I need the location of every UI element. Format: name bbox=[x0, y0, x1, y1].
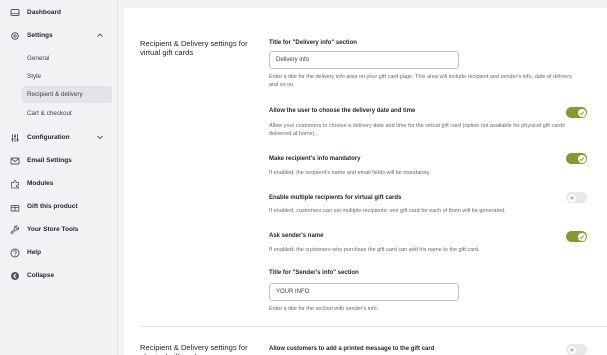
recipient-mandatory-label: Make recipient's info mandatory bbox=[269, 156, 361, 162]
multiple-recipients-description: If enabled, customers can set multiple r… bbox=[269, 208, 506, 214]
sidebar-item-collapse[interactable]: Collapse bbox=[4, 266, 112, 285]
sender-info-title-input[interactable]: YOUR INFO bbox=[269, 283, 459, 301]
monitor-icon bbox=[10, 8, 20, 18]
wrench-icon bbox=[10, 225, 20, 235]
printed-message-label: Allow customers to add a printed message… bbox=[269, 346, 435, 352]
puzzle-icon bbox=[10, 179, 20, 189]
multiple-recipients-toggle[interactable] bbox=[566, 192, 587, 203]
gear-icon bbox=[10, 31, 20, 41]
sidebar-item-label: Collapse bbox=[27, 272, 55, 279]
sidebar-item-label: Help bbox=[27, 249, 42, 256]
toggle-knob bbox=[577, 108, 586, 117]
sender-info-title-description: Enter a title for the section with sende… bbox=[269, 306, 379, 312]
sidebar-item-help[interactable]: Help bbox=[4, 243, 112, 262]
sliders-icon bbox=[10, 133, 20, 143]
toggle-knob bbox=[577, 154, 586, 163]
delivery-info-title-description: Enter a title for the delivery info area… bbox=[269, 74, 573, 88]
sender-info-title-label: Title for "Sender's info" section bbox=[269, 270, 359, 276]
sidebar-item-settings[interactable]: Settings bbox=[4, 26, 112, 45]
section-title-virtual: Recipient & Delivery settings for virtua… bbox=[140, 39, 248, 57]
sidebar-sub-label: Cart & checkout bbox=[27, 110, 72, 117]
sidebar-item-label: Gift this product bbox=[27, 203, 78, 210]
sidebar-item-label: Settings bbox=[27, 32, 53, 39]
sidebar-sub-label: Style bbox=[27, 73, 41, 80]
gift-icon bbox=[10, 202, 20, 212]
sidebar-sub-label: General bbox=[27, 55, 50, 62]
close-icon bbox=[569, 347, 574, 352]
sidebar-item-label: Configuration bbox=[27, 134, 70, 141]
delivery-info-title-input[interactable]: Delivery info bbox=[269, 51, 459, 69]
ask-sender-name-toggle[interactable] bbox=[566, 231, 587, 242]
close-icon bbox=[569, 195, 574, 200]
sidebar-sub-recipient-delivery[interactable]: Recipient & delivery bbox=[22, 86, 112, 103]
help-circle-icon bbox=[10, 248, 20, 258]
recipient-mandatory-description: If enabled, the recipient's name and ema… bbox=[269, 170, 431, 176]
sidebar-item-modules[interactable]: Modules bbox=[4, 174, 112, 193]
sidebar: Dashboard Settings General Style Recipie… bbox=[0, 0, 118, 355]
sidebar-item-label: Email Settings bbox=[27, 157, 72, 164]
printed-message-toggle[interactable] bbox=[566, 344, 587, 355]
multiple-recipients-label: Enable multiple recipients for virtual g… bbox=[269, 195, 402, 201]
toggle-knob bbox=[567, 193, 576, 202]
checkmark-icon bbox=[579, 110, 584, 115]
delivery-info-title-label: Title for "Delivery info" section bbox=[269, 40, 357, 46]
sidebar-item-configuration[interactable]: Configuration bbox=[4, 128, 112, 147]
sidebar-sub-cart-checkout[interactable]: Cart & checkout bbox=[22, 105, 112, 122]
settings-panel: Recipient & Delivery settings for virtua… bbox=[124, 8, 607, 355]
sidebar-item-dashboard[interactable]: Dashboard bbox=[4, 3, 112, 22]
sidebar-sub-label: Recipient & delivery bbox=[27, 91, 83, 98]
recipient-mandatory-toggle[interactable] bbox=[566, 153, 587, 164]
sidebar-item-gift-this-product[interactable]: Gift this product bbox=[4, 197, 112, 216]
sidebar-item-label: Dashboard bbox=[27, 9, 61, 16]
chevron-down-icon bbox=[97, 135, 103, 140]
sidebar-item-label: Your Store Tools bbox=[27, 226, 79, 233]
checkmark-icon bbox=[579, 234, 584, 239]
sidebar-sub-general[interactable]: General bbox=[22, 50, 112, 67]
sidebar-item-label: Modules bbox=[27, 180, 54, 187]
envelope-icon bbox=[10, 156, 20, 166]
toggle-knob bbox=[577, 232, 586, 241]
toggle-knob bbox=[567, 345, 576, 354]
sidebar-item-email-settings[interactable]: Email Settings bbox=[4, 151, 112, 170]
allow-delivery-date-label: Allow the user to choose the delivery da… bbox=[269, 108, 416, 114]
allow-delivery-date-description: Allow your customers to choose a deliver… bbox=[269, 123, 565, 137]
checkmark-icon bbox=[579, 156, 584, 161]
ask-sender-name-label: Ask sender's name bbox=[269, 233, 324, 239]
ask-sender-name-description: If enabled, the customers who purchase t… bbox=[269, 247, 480, 253]
chevron-up-icon bbox=[97, 33, 103, 37]
section-title-physical: Recipient & Delivery settings for physic… bbox=[140, 343, 248, 355]
sidebar-item-your-store-tools[interactable]: Your Store Tools bbox=[4, 220, 112, 239]
allow-delivery-date-toggle[interactable] bbox=[566, 107, 587, 118]
sidebar-sub-style[interactable]: Style bbox=[22, 68, 112, 85]
collapse-icon bbox=[10, 271, 20, 281]
main-content: Recipient & Delivery settings for virtua… bbox=[118, 0, 607, 355]
section-divider bbox=[140, 326, 607, 327]
